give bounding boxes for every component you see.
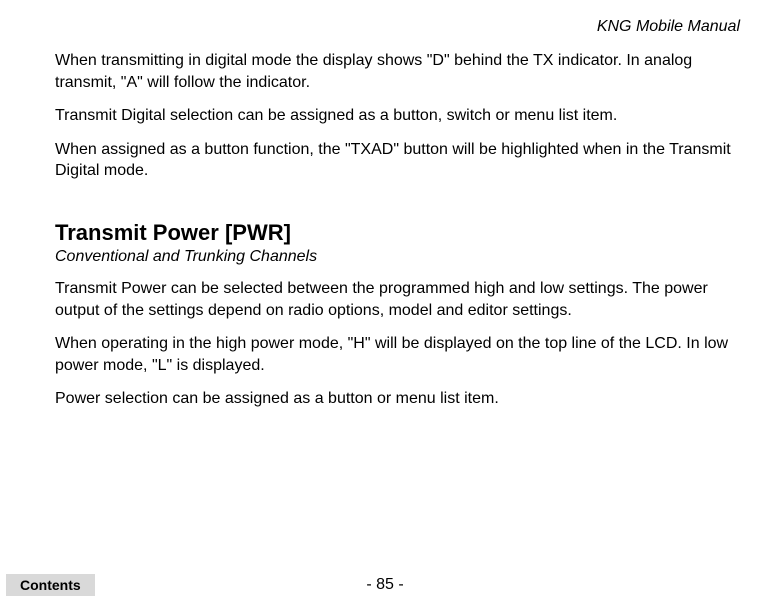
manual-title: KNG Mobile Manual xyxy=(55,18,740,36)
section-heading-transmit-power: Transmit Power [PWR] xyxy=(55,220,740,246)
section-subheading: Conventional and Trunking Channels xyxy=(55,248,740,266)
paragraph-power-indicator: When operating in the high power mode, "… xyxy=(55,333,740,376)
paragraph-txad-button: When assigned as a button function, the … xyxy=(55,139,740,182)
contents-button[interactable]: Contents xyxy=(6,574,95,596)
paragraph-tx-digital-assignment: Transmit Digital selection can be assign… xyxy=(55,105,740,127)
paragraph-power-assignment: Power selection can be assigned as a but… xyxy=(55,388,740,410)
footer: Contents - 85 - xyxy=(0,574,770,596)
paragraph-power-settings: Transmit Power can be selected between t… xyxy=(55,278,740,321)
page-number: - 85 - xyxy=(366,576,403,594)
paragraph-tx-digital-indicator: When transmitting in digital mode the di… xyxy=(55,50,740,93)
